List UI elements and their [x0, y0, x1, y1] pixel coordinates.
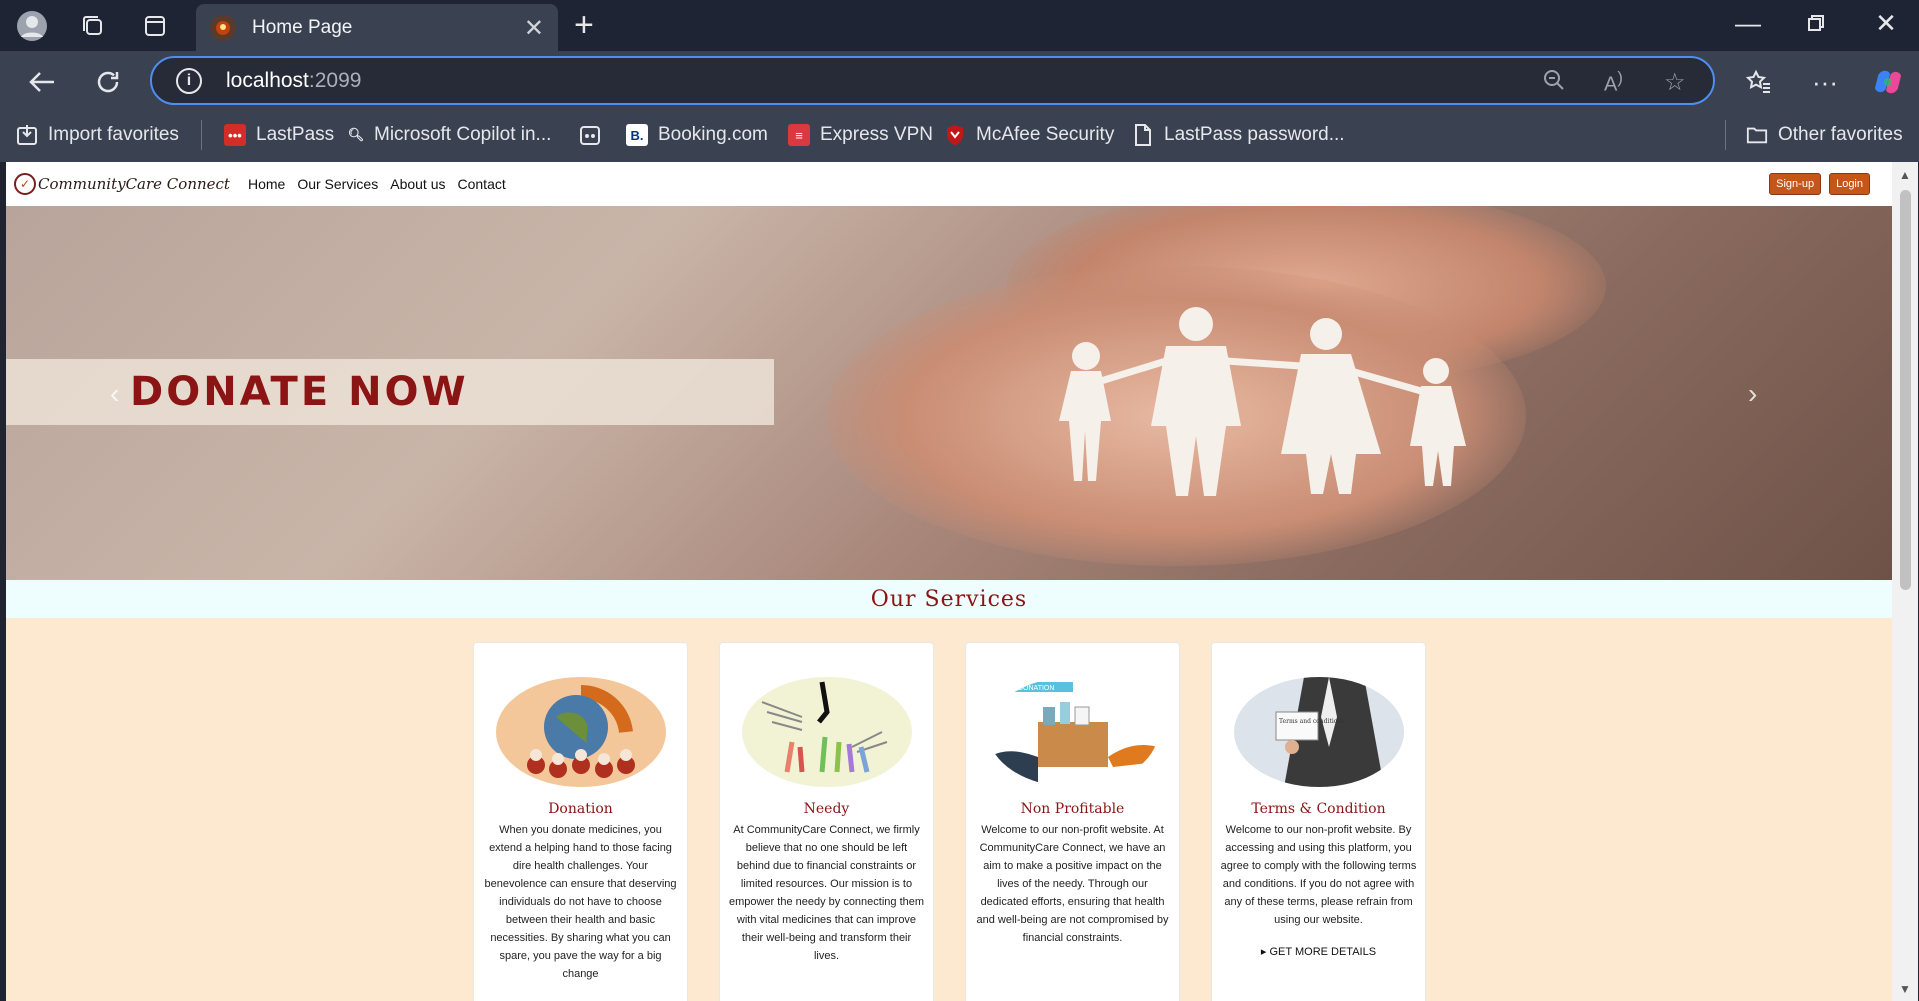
window-close-icon[interactable]: ✕ [1866, 8, 1906, 39]
booking-icon: B. [626, 124, 648, 146]
bookmark-lastpass-password[interactable]: LastPass password... [1132, 120, 1345, 150]
zoom-out-icon[interactable] [1542, 68, 1566, 99]
service-card-needy[interactable]: Needy At CommunityCare Connect, we firml… [719, 642, 934, 1001]
url-text[interactable]: localhost:2099 [226, 69, 361, 93]
calendar-icon [579, 124, 601, 146]
terms-businessman-image: Terms and conditions [1233, 677, 1404, 787]
service-card-donation[interactable]: Donation When you donate medicines, you … [473, 642, 688, 1001]
site-navbar: ✓ CommunityCare Connect Home Our Service… [6, 162, 1892, 206]
bookmark-booking[interactable]: B. Booking.com [626, 120, 768, 150]
scroll-down-icon[interactable]: ▼ [1899, 982, 1911, 996]
signup-button[interactable]: Sign-up [1769, 173, 1822, 195]
carousel-next-icon[interactable]: › [1748, 378, 1757, 410]
page-viewport: ✓ CommunityCare Connect Home Our Service… [6, 162, 1918, 1001]
browser-tab-bar: Home Page ✕ + — ✕ [0, 0, 1919, 51]
tab-home-page[interactable]: Home Page ✕ [196, 4, 558, 51]
bookmark-separator [1725, 120, 1726, 150]
nav-about-us[interactable]: About us [390, 176, 445, 192]
vpn-icon: ≡ [788, 124, 810, 146]
profile-avatar-icon[interactable] [15, 9, 49, 43]
nav-contact[interactable]: Contact [458, 176, 506, 192]
site-favicon-icon [210, 14, 236, 41]
card-title: Non Profitable [1020, 801, 1125, 817]
workspaces-icon[interactable] [76, 9, 110, 43]
nav-our-services[interactable]: Our Services [297, 176, 378, 192]
address-bar[interactable]: i localhost:2099 A) ☆ [150, 56, 1715, 105]
paper-family-image [1059, 307, 1466, 496]
more-options-icon[interactable]: ··· [1805, 62, 1845, 102]
carousel-prev-icon[interactable]: ‹ [110, 378, 119, 410]
search-icon: 🔍︎ [347, 127, 365, 142]
minimize-icon[interactable]: — [1728, 8, 1768, 39]
new-tab-icon[interactable]: + [574, 6, 594, 45]
site-info-icon[interactable]: i [176, 67, 202, 94]
card-title: Needy [803, 801, 850, 817]
bookmark-separator [201, 120, 202, 150]
hero-carousel: DONATE NOW ‹ › [6, 206, 1892, 580]
donation-globe-image [495, 677, 666, 787]
service-cards: Donation When you donate medicines, you … [473, 642, 1457, 1001]
copilot-icon[interactable] [1868, 62, 1908, 102]
services-title: Our Services [870, 586, 1028, 612]
nav-home[interactable]: Home [248, 176, 285, 192]
vertical-tabs-icon[interactable] [138, 9, 172, 43]
login-button[interactable]: Login [1829, 173, 1870, 195]
document-icon [1132, 124, 1154, 146]
nav-links: Home Our Services About us Contact [248, 176, 518, 192]
refresh-icon[interactable] [88, 62, 128, 102]
card-text: At CommunityCare Connect, we firmly beli… [728, 824, 925, 962]
get-more-details-link[interactable]: ▸ GET MORE DETAILS [1261, 945, 1376, 958]
scroll-up-icon[interactable]: ▲ [1899, 168, 1911, 182]
import-icon [16, 124, 38, 146]
bookmark-express-vpn[interactable]: ≡ Express VPN [788, 120, 933, 150]
page-scrollbar[interactable]: ▲ ▼ [1892, 162, 1918, 1001]
mcafee-shield-icon [944, 124, 966, 146]
donation-box-image: DONATION [987, 677, 1158, 787]
needy-hands-image [741, 677, 912, 787]
donate-now-banner[interactable]: DONATE NOW [6, 359, 774, 425]
tab-close-icon[interactable]: ✕ [524, 14, 544, 43]
card-title: Donation [548, 801, 613, 817]
card-title: Terms & Condition [1251, 801, 1386, 817]
card-text: Welcome to our non-profit website. At Co… [976, 824, 1169, 944]
donation-image-label: DONATION [1018, 685, 1054, 692]
favorites-icon[interactable] [1739, 62, 1779, 102]
services-header: Our Services [6, 580, 1892, 618]
folder-icon [1746, 124, 1768, 146]
service-card-terms[interactable]: Terms and conditions Terms & Condition W… [1211, 642, 1426, 1001]
bookmark-other-favorites[interactable]: Other favorites [1746, 120, 1903, 150]
favorite-star-icon[interactable]: ☆ [1664, 68, 1686, 97]
bookmark-lastpass[interactable]: ••• LastPass [224, 120, 334, 150]
service-card-non-profitable[interactable]: DONATION Non Profitable Welcome to our n… [965, 642, 1180, 1001]
scroll-thumb[interactable] [1900, 190, 1911, 590]
logo-emblem-icon: ✓ [14, 173, 36, 195]
lastpass-icon: ••• [224, 124, 246, 146]
bookmark-copilot[interactable]: 🔍︎ Microsoft Copilot in... [347, 120, 552, 150]
card-text: Welcome to our non-profit website. By ac… [1220, 824, 1417, 926]
restore-icon[interactable] [1796, 8, 1836, 39]
back-icon[interactable] [22, 62, 62, 102]
bookmark-mcafee[interactable]: McAfee Security [944, 120, 1114, 150]
card-text: When you donate medicines, you extend a … [484, 824, 677, 980]
bookmark-import-favorites[interactable]: Import favorites [16, 120, 179, 150]
terms-image-text: Terms and conditions [1279, 718, 1344, 725]
site-logo[interactable]: ✓ CommunityCare Connect [14, 173, 230, 195]
tab-title: Home Page [252, 16, 353, 38]
auth-buttons: Sign-up Login [1761, 173, 1870, 195]
read-aloud-icon[interactable]: A) [1604, 68, 1623, 97]
bookmark-calendar[interactable] [579, 120, 611, 150]
